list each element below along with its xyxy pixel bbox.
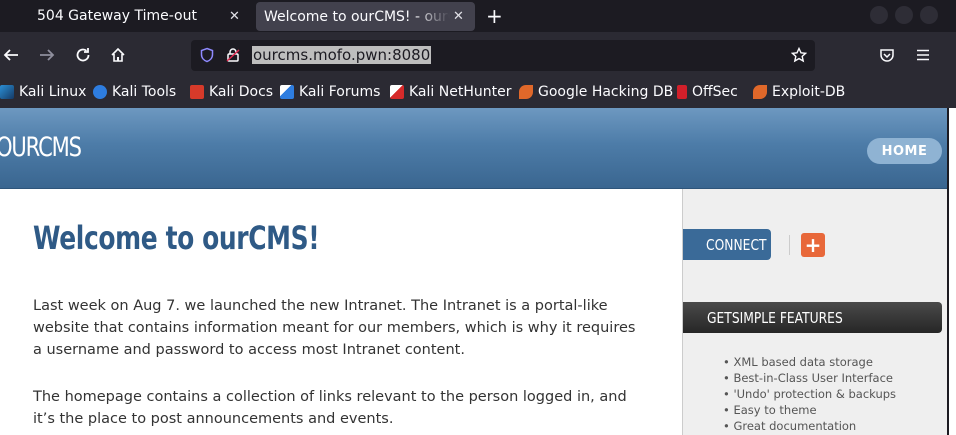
pocket-icon[interactable]	[876, 44, 898, 66]
intro-paragraph: Last week on Aug 7. we launched the new …	[33, 298, 636, 358]
scrollbar[interactable]	[949, 108, 956, 435]
main-content: Welcome to ourCMS! Last week on Aug 7. w…	[0, 189, 682, 435]
page-edge	[947, 108, 956, 435]
list-item: Easy to theme	[723, 402, 896, 418]
nethunter-icon	[390, 85, 404, 99]
bookmark-exploit-db[interactable]: Exploit-DB	[753, 84, 845, 100]
bookmark-offsec[interactable]: OffSec	[677, 84, 738, 100]
list-item: XML based data storage	[723, 354, 896, 370]
navigation-bar: ourcms.mofo.pwn:8080	[0, 32, 956, 80]
bookmark-google-hacking-db[interactable]: Google Hacking DB	[519, 84, 673, 100]
maximize-button[interactable]	[895, 6, 913, 24]
kali-tools-icon	[93, 85, 107, 99]
bookmark-kali-docs[interactable]: Kali Docs	[190, 84, 273, 100]
minimize-button[interactable]	[870, 6, 888, 24]
tab-welcome-ourcms[interactable]: Welcome to ourCMS! - ourCMS ✕	[256, 2, 475, 31]
tab-title: Welcome to ourCMS! - ourCMS	[264, 8, 450, 25]
bookmark-label: Kali Docs	[209, 84, 274, 100]
tab-title: 504 Gateway Time-out	[37, 8, 197, 24]
bookmark-label: Kali NetHunter	[409, 84, 512, 100]
bookmark-label: Kali Forums	[299, 84, 381, 100]
connect-label: CONNECT	[706, 235, 767, 254]
kali-icon	[0, 85, 14, 99]
offsec-icon	[677, 85, 687, 99]
page-title: Welcome to ourCMS!	[33, 219, 320, 257]
bookmark-kali-nethunter[interactable]: Kali NetHunter	[390, 84, 511, 100]
list-item: Best-in-Class User Interface	[723, 370, 896, 386]
site-header: OURCMS HOME	[0, 108, 947, 189]
site-logo[interactable]: OURCMS	[0, 132, 82, 163]
features-title: GETSIMPLE FEATURES	[707, 308, 843, 327]
bookmark-label: Kali Linux	[19, 84, 87, 100]
new-tab-icon[interactable]: +	[486, 4, 503, 28]
bookmark-label: Exploit-DB	[772, 84, 846, 100]
reload-icon[interactable]	[72, 44, 94, 66]
tab-strip: 504 Gateway Time-out ✕ Welcome to ourCMS…	[0, 0, 956, 32]
home-nav-button[interactable]: HOME	[867, 138, 942, 164]
lock-icon[interactable]	[225, 47, 241, 67]
homepage-paragraph: The homepage contains a collection of li…	[33, 389, 627, 427]
connect-tab: CONNECT	[683, 229, 771, 260]
sidebar: CONNECT + GETSIMPLE FEATURES XML based d…	[682, 189, 947, 435]
features-list: XML based data storage Best-in-Class Use…	[723, 354, 896, 434]
url-bar[interactable]: ourcms.mofo.pwn:8080	[191, 40, 815, 71]
list-item: 'Undo' protection & backups	[723, 386, 896, 402]
bookmark-label: OffSec	[692, 84, 738, 100]
bookmark-star-icon[interactable]	[790, 46, 808, 67]
kali-docs-icon	[190, 85, 204, 99]
forward-arrow-icon[interactable]	[36, 44, 58, 66]
window-close-button[interactable]	[920, 6, 938, 24]
exploit-db-icon	[753, 85, 767, 99]
bookmark-kali-forums[interactable]: Kali Forums	[280, 84, 380, 100]
list-item: Great documentation	[723, 418, 896, 434]
kali-forums-icon	[280, 85, 294, 99]
menu-icon[interactable]	[912, 44, 934, 66]
back-arrow-icon[interactable]	[0, 44, 22, 66]
bookmark-label: Google Hacking DB	[538, 84, 674, 100]
add-plus-icon[interactable]: +	[801, 233, 825, 257]
bookmark-label: Kali Tools	[112, 84, 177, 100]
shield-icon[interactable]	[199, 47, 215, 67]
features-heading: GETSIMPLE FEATURES	[683, 302, 942, 333]
close-icon[interactable]: ✕	[453, 9, 464, 24]
home-icon[interactable]	[107, 44, 129, 66]
tab-504-gateway[interactable]: 504 Gateway Time-out ✕	[0, 0, 252, 32]
close-icon[interactable]: ✕	[229, 9, 240, 24]
bookmarks-toolbar: Kali Linux Kali Tools Kali Docs Kali For…	[0, 80, 956, 106]
exploit-db-icon	[519, 85, 533, 99]
url-text[interactable]: ourcms.mofo.pwn:8080	[252, 46, 432, 64]
bookmark-kali-tools[interactable]: Kali Tools	[93, 84, 176, 100]
web-page: OURCMS HOME Welcome to ourCMS! Last week…	[0, 108, 947, 435]
bookmark-kali-linux[interactable]: Kali Linux	[0, 84, 86, 100]
divider	[789, 235, 790, 255]
